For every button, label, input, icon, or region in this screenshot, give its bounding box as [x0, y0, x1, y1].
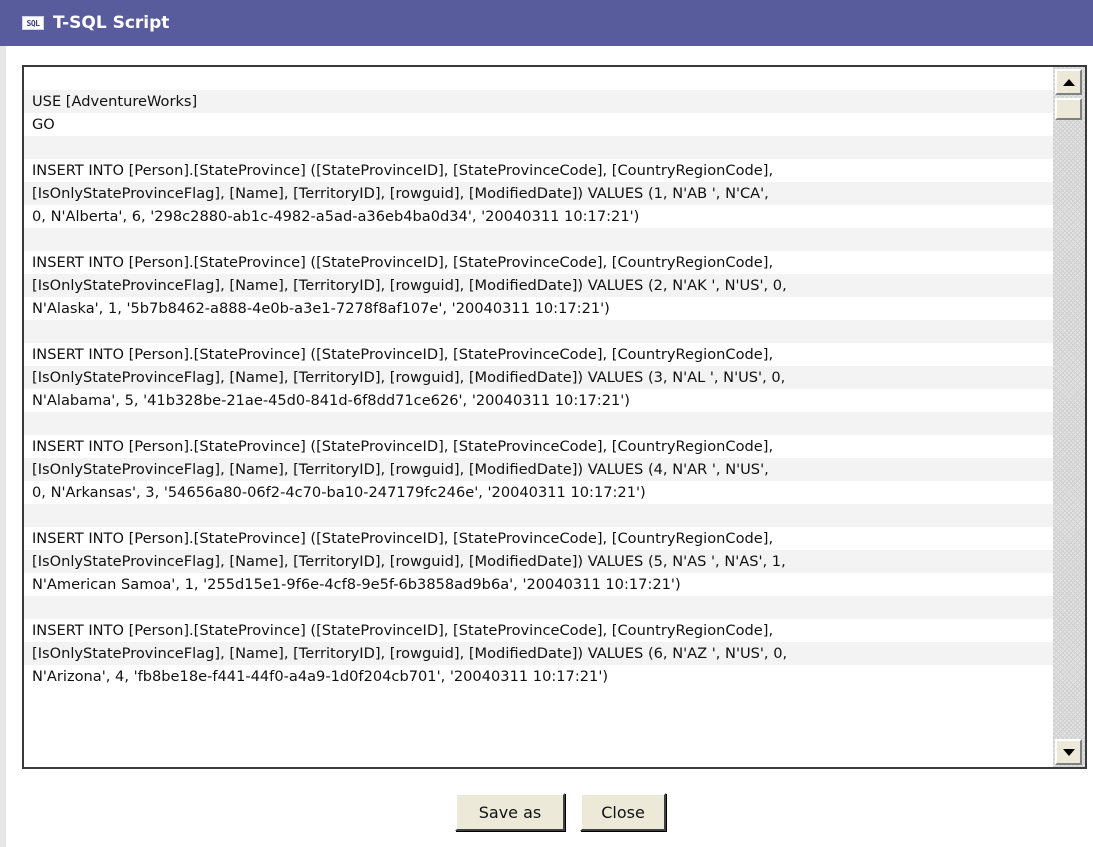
- script-line: INSERT INTO [Person].[StateProvince] ([S…: [32, 622, 774, 639]
- window-left-edge: [0, 46, 6, 847]
- script-line: 0, N'Arkansas', 3, '54656a80-06f2-4c70-b…: [32, 484, 646, 501]
- save-as-button[interactable]: Save as: [455, 793, 565, 831]
- arrow-up-icon: [1062, 78, 1075, 86]
- script-line: [24, 136, 1053, 159]
- scroll-up-button[interactable]: [1055, 69, 1082, 95]
- scroll-thumb[interactable]: [1055, 98, 1082, 120]
- script-line: INSERT INTO [Person].[StateProvince] ([S…: [32, 438, 774, 455]
- arrow-down-icon: [1062, 748, 1075, 756]
- script-line: [IsOnlyStateProvinceFlag], [Name], [Terr…: [24, 458, 1053, 481]
- script-line: [24, 228, 1053, 251]
- script-line: [24, 412, 1053, 435]
- script-line: GO: [32, 116, 55, 133]
- script-line: INSERT INTO [Person].[StateProvince] ([S…: [32, 346, 774, 363]
- close-button[interactable]: Close: [580, 793, 666, 831]
- script-content[interactable]: USE [AdventureWorks] GO INSERT INTO [Perso…: [24, 67, 1053, 767]
- script-line: [IsOnlyStateProvinceFlag], [Name], [Terr…: [24, 274, 1053, 297]
- script-line: [IsOnlyStateProvinceFlag], [Name], [Terr…: [24, 182, 1053, 205]
- script-line: [IsOnlyStateProvinceFlag], [Name], [Terr…: [24, 550, 1053, 573]
- script-line: N'American Samoa', 1, '255d15e1-9f6e-4cf…: [32, 576, 681, 593]
- script-line: 0, N'Alberta', 6, '298c2880-ab1c-4982-a5…: [32, 208, 640, 225]
- t-sql-script-window: SQL T-SQL Script USE [AdventureWorks] GO I…: [0, 0, 1093, 847]
- script-line: INSERT INTO [Person].[StateProvince] ([S…: [32, 254, 774, 271]
- script-line: N'Alaska', 1, '5b7b8462-a888-4e0b-a3e1-7…: [32, 300, 610, 317]
- script-line: [24, 320, 1053, 343]
- script-line: [24, 67, 1053, 90]
- script-line: INSERT INTO [Person].[StateProvince] ([S…: [32, 530, 774, 547]
- window-title: T-SQL Script: [53, 13, 170, 33]
- script-line: N'Arizona', 4, 'fb8be18e-f441-44f0-a4a9-…: [32, 668, 609, 685]
- scroll-down-button[interactable]: [1055, 739, 1082, 765]
- vertical-scrollbar[interactable]: [1053, 67, 1085, 767]
- script-text-area[interactable]: USE [AdventureWorks] GO INSERT INTO [Perso…: [22, 65, 1087, 769]
- script-line: N'Alabama', 5, '41b328be-21ae-45d0-841d-…: [32, 392, 630, 409]
- script-line: USE [AdventureWorks]: [24, 90, 1053, 113]
- script-line: [24, 596, 1053, 619]
- script-line: [IsOnlyStateProvinceFlag], [Name], [Terr…: [24, 642, 1053, 665]
- script-line: [24, 504, 1053, 527]
- sql-script-icon: SQL: [22, 16, 44, 30]
- title-bar: SQL T-SQL Script: [0, 0, 1093, 46]
- script-line: [IsOnlyStateProvinceFlag], [Name], [Terr…: [24, 366, 1053, 389]
- script-line: INSERT INTO [Person].[StateProvince] ([S…: [32, 162, 774, 179]
